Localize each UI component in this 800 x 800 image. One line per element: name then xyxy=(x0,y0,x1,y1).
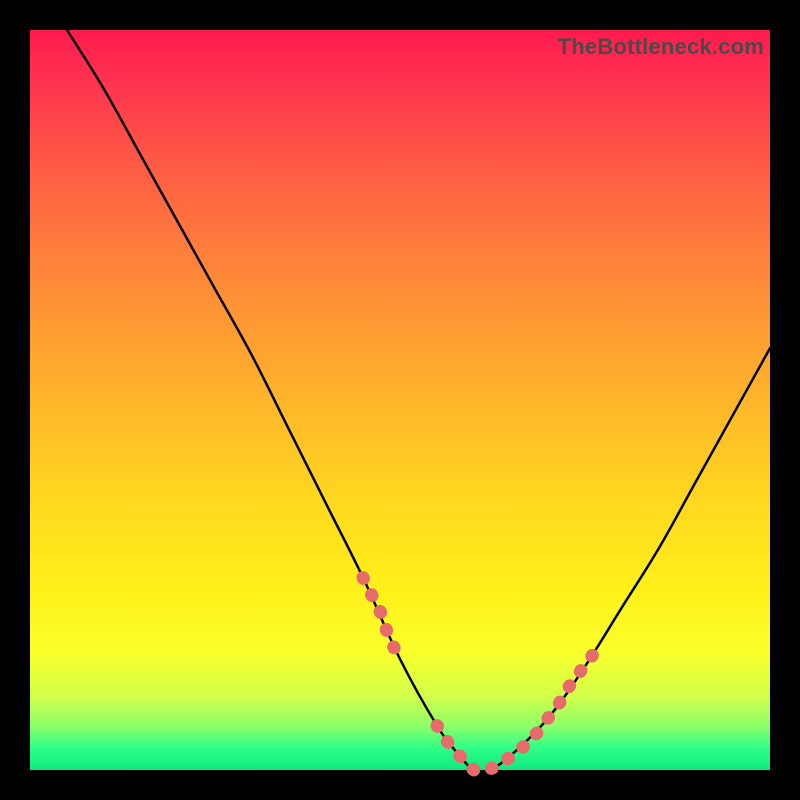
curve-layer xyxy=(67,30,770,772)
bottleneck-curve xyxy=(67,30,770,772)
highlight-layer xyxy=(363,578,592,771)
chart-frame: TheBottleneck.com xyxy=(0,0,800,800)
highlight-left-cluster xyxy=(363,578,400,659)
plot-area: TheBottleneck.com xyxy=(30,30,770,770)
chart-svg xyxy=(30,30,770,770)
